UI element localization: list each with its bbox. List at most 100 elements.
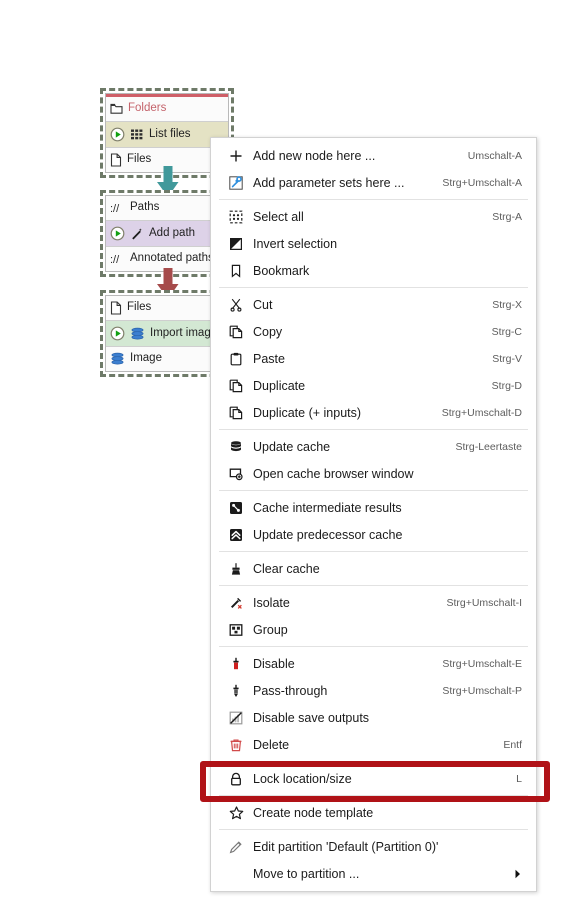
window-plus-icon	[227, 466, 245, 482]
file-icon	[110, 301, 122, 315]
star-icon	[227, 805, 245, 821]
menu-separator	[219, 795, 528, 796]
wand-icon	[130, 227, 144, 240]
menu-item-accelerator: Strg+Umschalt-E	[442, 657, 522, 670]
menu-item-label: Pass-through	[253, 683, 328, 698]
database-icon	[227, 439, 245, 455]
menu-separator	[219, 829, 528, 830]
menu-item-accelerator: Strg-D	[491, 379, 522, 392]
context-menu[interactable]: Add new node here ... Umschalt-A Add par…	[210, 137, 537, 892]
menu-item-label: Clear cache	[253, 561, 320, 576]
menu-item-label: Lock location/size	[253, 771, 352, 786]
menu-item-edit-partition[interactable]: Edit partition 'Default (Partition 0)'	[211, 833, 536, 860]
stack-layers-icon	[110, 352, 125, 366]
menu-item-paste[interactable]: Paste Strg-V	[211, 345, 536, 372]
menu-item-accelerator: Strg-V	[492, 352, 522, 365]
menu-item-duplicate[interactable]: Duplicate Strg-D	[211, 372, 536, 399]
menu-item-open-cache-browser-window[interactable]: Open cache browser window	[211, 460, 536, 487]
menu-item-label: Edit partition 'Default (Partition 0)'	[253, 839, 439, 854]
menu-separator	[219, 585, 528, 586]
menu-item-accelerator: Strg-A	[492, 210, 522, 223]
menu-item-invert-selection[interactable]: Invert selection	[211, 230, 536, 257]
menu-separator	[219, 199, 528, 200]
menu-separator	[219, 490, 528, 491]
disable-icon	[227, 656, 245, 672]
menu-item-add-new-node[interactable]: Add new node here ... Umschalt-A	[211, 142, 536, 169]
menu-item-bookmark[interactable]: Bookmark	[211, 257, 536, 284]
menu-item-pass-through[interactable]: Pass-through Strg+Umschalt-P	[211, 677, 536, 704]
menu-item-group[interactable]: Group	[211, 616, 536, 643]
play-circle-icon[interactable]	[110, 326, 125, 341]
menu-item-label: Move to partition ...	[253, 866, 360, 881]
menu-item-label: Delete	[253, 737, 290, 752]
menu-item-duplicate-with-inputs[interactable]: Duplicate (+ inputs) Strg+Umschalt-D	[211, 399, 536, 426]
wrench-icon	[227, 175, 245, 191]
node-output-port-label: Image	[130, 352, 162, 365]
menu-item-label: Paste	[253, 351, 285, 366]
cache-intermediate-icon	[227, 500, 245, 516]
node-input-port[interactable]: Folders	[106, 97, 228, 122]
node-body-label: Import image	[150, 326, 218, 339]
menu-item-label: Update cache	[253, 439, 331, 454]
menu-item-label: Duplicate (+ inputs)	[253, 405, 362, 420]
menu-item-cut[interactable]: Cut Strg-X	[211, 291, 536, 318]
play-circle-icon[interactable]	[110, 226, 125, 241]
menu-item-clear-cache[interactable]: Clear cache	[211, 555, 536, 582]
svg-text:://: ://	[110, 254, 120, 266]
menu-item-label: Isolate	[253, 595, 290, 610]
menu-item-isolate[interactable]: Isolate Strg+Umschalt-I	[211, 589, 536, 616]
copy-icon	[227, 378, 245, 394]
trash-icon	[227, 737, 245, 753]
plus-icon	[227, 148, 245, 164]
folder-icon	[110, 103, 123, 115]
menu-item-accelerator: Strg-C	[491, 325, 522, 338]
svg-text:://: ://	[110, 203, 120, 215]
menu-item-update-predecessor-cache[interactable]: Update predecessor cache	[211, 521, 536, 548]
menu-item-cache-intermediate-results[interactable]: Cache intermediate results	[211, 494, 536, 521]
select-all-icon	[227, 209, 245, 225]
file-icon	[110, 153, 122, 167]
broom-icon	[227, 561, 245, 577]
menu-item-label: Update predecessor cache	[253, 527, 403, 542]
canvas: Folders List files Files:// Paths Add p…	[0, 0, 587, 898]
lock-icon	[227, 771, 245, 787]
menu-item-disable[interactable]: Disable Strg+Umschalt-E	[211, 650, 536, 677]
no-icon	[227, 866, 245, 882]
menu-item-lock-location-size[interactable]: Lock location/size L	[211, 765, 536, 792]
menu-item-copy[interactable]: Copy Strg-C	[211, 318, 536, 345]
play-circle-icon[interactable]	[110, 127, 125, 142]
menu-item-select-all[interactable]: Select all Strg-A	[211, 203, 536, 230]
group-icon	[227, 622, 245, 638]
menu-item-label: Cache intermediate results	[253, 500, 402, 515]
menu-item-accelerator: Strg+Umschalt-D	[441, 406, 522, 419]
menu-separator	[219, 551, 528, 552]
menu-item-disable-save-outputs[interactable]: Disable save outputs	[211, 704, 536, 731]
menu-item-update-cache[interactable]: Update cache Strg-Leertaste	[211, 433, 536, 460]
submenu-arrow-icon	[514, 869, 522, 879]
menu-item-label: Disable	[253, 656, 295, 671]
menu-item-label: Select all	[253, 209, 304, 224]
menu-item-move-to-partition[interactable]: Move to partition ...	[211, 860, 536, 887]
menu-item-label: Disable save outputs	[253, 710, 370, 725]
menu-item-label: Copy	[253, 324, 283, 339]
menu-item-create-node-template[interactable]: Create node template	[211, 799, 536, 826]
menu-item-accelerator: Umschalt-A	[467, 149, 522, 162]
menu-item-label: Invert selection	[253, 236, 338, 251]
copy-icon	[227, 324, 245, 340]
menu-item-label: Cut	[253, 297, 273, 312]
menu-item-label: Group	[253, 622, 288, 637]
node-output-port-label: Files	[127, 153, 152, 166]
path-uri-icon: ://	[110, 202, 125, 215]
menu-item-delete[interactable]: Delete Entf	[211, 731, 536, 758]
menu-item-accelerator: Entf	[503, 738, 522, 751]
node-body-label: List files	[149, 127, 191, 140]
chevrons-up-icon	[227, 527, 245, 543]
menu-item-accelerator: Strg-X	[492, 298, 522, 311]
menu-item-accelerator: Strg+Umschalt-P	[442, 684, 522, 697]
menu-separator	[219, 287, 528, 288]
menu-separator	[219, 429, 528, 430]
menu-item-accelerator: Strg+Umschalt-A	[442, 176, 522, 189]
menu-item-label: Create node template	[253, 805, 374, 820]
isolate-icon	[227, 595, 245, 611]
menu-item-add-parameter-sets[interactable]: Add parameter sets here ... Strg+Umschal…	[211, 169, 536, 196]
